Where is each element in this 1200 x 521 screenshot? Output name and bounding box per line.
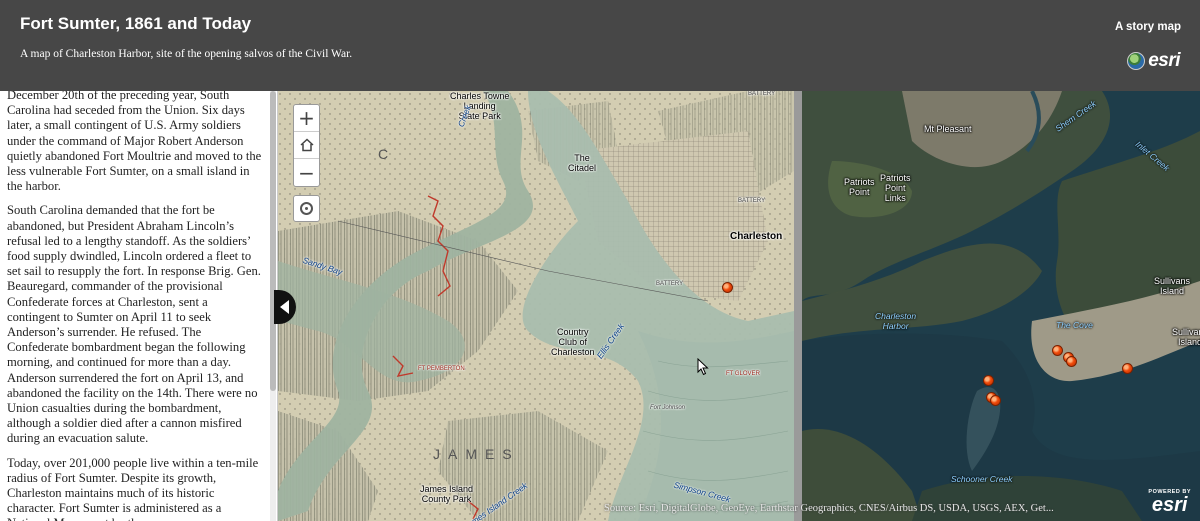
swipe-divider[interactable] [794, 91, 802, 521]
label-map-james: JAMES [433, 446, 520, 462]
label-ft-glover: FT GLOVER [726, 371, 760, 377]
home-button[interactable] [294, 132, 319, 159]
map-pin[interactable] [983, 375, 994, 386]
label-charleston-harbor: Charleston Harbor [875, 311, 917, 331]
header-bar: Fort Sumter, 1861 and Today A map of Cha… [0, 0, 1200, 91]
scrollbar-thumb[interactable] [270, 91, 276, 391]
map-pin[interactable] [1066, 356, 1077, 367]
zoom-control: + − [293, 104, 320, 187]
narrative-text: December 20th of the preceding year, Sou… [7, 91, 264, 521]
label-country-club: Country Club of Charleston [551, 327, 595, 357]
map-attribution: Source: Esri, DigitalGlobe, GeoEye, Eart… [604, 503, 1054, 514]
narrative-paragraph: South Carolina demanded that the fort be… [7, 203, 261, 446]
page-subtitle: A map of Charleston Harbor, site of the … [20, 48, 353, 60]
page-title: Fort Sumter, 1861 and Today [20, 14, 252, 33]
narrative-paragraph: Today, over 201,000 people live within a… [7, 455, 259, 521]
label-charleston: Charleston [730, 231, 783, 242]
label-schooner-creek: Schooner Creek [951, 474, 1013, 484]
map-pin[interactable] [1122, 363, 1133, 374]
label-ft-pemberton: FT PEMBERTON [418, 366, 465, 372]
mouse-cursor-icon [697, 358, 709, 376]
esri-logo-text: esri [1148, 50, 1180, 71]
label-sullivans-island-2: SullivansIsland [1172, 327, 1200, 347]
satellite-map[interactable]: Mt Pleasant Patriots Point Patriots Point L… [802, 91, 1200, 521]
esri-logo[interactable]: esri [1127, 50, 1180, 72]
chevron-left-icon [279, 300, 289, 314]
label-james-island-park: James Island County Park [420, 484, 474, 504]
historical-map[interactable]: Charles Towne Landing State Park The Citade… [278, 91, 794, 521]
label-the-citadel: The Citadel [568, 153, 597, 173]
zoom-in-button[interactable]: + [294, 105, 319, 132]
locate-icon [300, 202, 313, 215]
map-pin[interactable] [722, 282, 733, 293]
map-pin[interactable] [990, 395, 1001, 406]
story-map-link[interactable]: A story map [1115, 21, 1181, 33]
label-mt-pleasant: Mt Pleasant [924, 124, 972, 134]
label-fort-johnson: Fort Johnson [650, 405, 686, 411]
label-patriots-point-links: Patriots Point Links [880, 173, 911, 203]
map-pin[interactable] [1052, 345, 1063, 356]
label-map-letter-c: C [378, 146, 389, 162]
narrative-panel: December 20th of the preceding year, Sou… [0, 91, 278, 521]
powered-by-logo: esri [1151, 494, 1188, 516]
label-the-cove: The Cove [1056, 320, 1093, 330]
home-icon [299, 138, 314, 152]
historical-map-graphic [278, 91, 794, 521]
powered-by-esri[interactable]: POWERED BY esri [1148, 489, 1191, 515]
globe-icon [1127, 52, 1146, 70]
label-battery-3: BATTERY [748, 91, 776, 97]
narrative-paragraph: December 20th of the preceding year, Sou… [7, 91, 262, 194]
label-battery-1: BATTERY [738, 198, 766, 204]
label-sullivans-island: Sullivans Island [1154, 276, 1191, 296]
satellite-map-graphic [802, 91, 1200, 521]
locate-button[interactable] [293, 195, 320, 222]
label-patriots-point: Patriots Point [844, 177, 875, 197]
label-battery-2: BATTERY [656, 281, 684, 287]
zoom-out-button[interactable]: − [294, 159, 319, 186]
